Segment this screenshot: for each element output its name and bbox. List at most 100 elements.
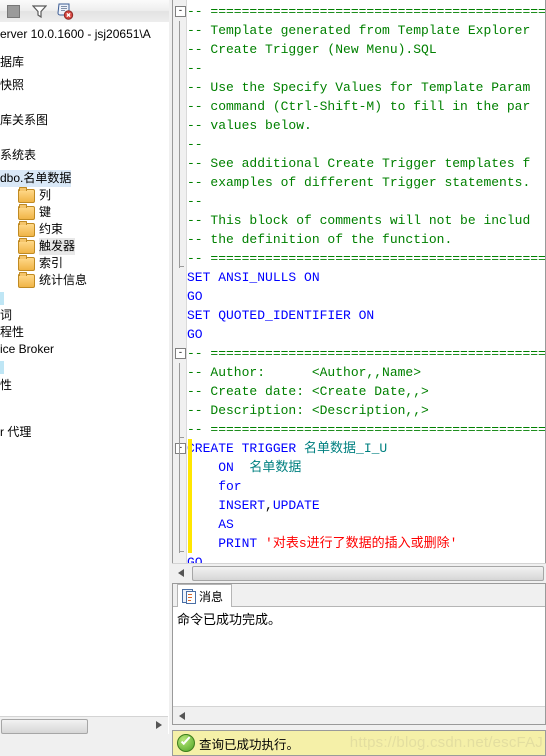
status-bar: 查询已成功执行。 https://blog.csdn.net/escFAJ — [172, 730, 546, 756]
hscroll-right-arrow-icon[interactable] — [156, 721, 162, 729]
code-line: -- command (Ctrl-Shift-M) to fill in the… — [187, 97, 545, 116]
tree-item[interactable]: 词 — [0, 307, 12, 324]
fold-guide-end — [179, 266, 184, 267]
tree-item-label: r 代理 — [0, 425, 32, 439]
tree-item[interactable]: 触发器 — [18, 237, 76, 255]
tree-item[interactable]: 系统表 — [0, 147, 36, 164]
tree-item[interactable]: 库关系图 — [0, 112, 48, 129]
code-token: INSERT — [187, 498, 266, 513]
code-token: -- =====================================… — [187, 251, 545, 266]
tree-item[interactable]: 索引 — [18, 254, 63, 272]
success-check-icon — [177, 734, 195, 752]
tree-item[interactable]: r 代理 — [0, 424, 31, 441]
code-token: -- =====================================… — [187, 4, 545, 19]
server-label: erver 10.0.1600 - jsj20651\A — [0, 27, 151, 41]
remove-filter-button[interactable] — [52, 1, 78, 21]
code-token: -- command (Ctrl-Shift-M) to fill in the… — [187, 99, 531, 114]
tree-item[interactable]: ice Broker — [0, 341, 54, 358]
code-token: GO — [187, 289, 203, 304]
sql-editor[interactable]: -- =====================================… — [172, 0, 546, 581]
code-line: -- values below. — [187, 116, 545, 135]
tree-item-label — [0, 292, 4, 305]
editor-hscroll-thumb[interactable] — [192, 566, 544, 581]
filter-button[interactable] — [26, 1, 52, 21]
tree-item[interactable]: 性 — [0, 377, 12, 394]
fold-guide-line — [179, 78, 180, 97]
code-token: -- Create date: <Create Date,,> — [187, 384, 429, 399]
code-line: -- Description: <Description,,> — [187, 401, 545, 420]
tab-messages[interactable]: 消息 — [177, 584, 233, 608]
tree-item[interactable]: 约束 — [18, 220, 64, 238]
tree-item-label: 性 — [0, 378, 13, 392]
tree-item[interactable] — [0, 290, 4, 307]
changed-line-marker — [188, 477, 192, 496]
code-line: PRINT '对表s进行了数据的插入或删除' — [187, 534, 545, 553]
folder-icon — [18, 237, 35, 254]
fold-guide-line — [179, 477, 180, 496]
code-token: PRINT — [187, 536, 266, 551]
fold-guide-line — [179, 382, 180, 401]
tree-item-label: 键 — [39, 205, 52, 219]
tab-messages-label: 消息 — [199, 589, 224, 604]
object-explorer-tree[interactable]: erver 10.0.1600 - jsj20651\A 据库快照库关系图系统表… — [0, 22, 169, 734]
code-token: for — [187, 479, 242, 494]
fold-toggle-icon[interactable]: - — [175, 443, 186, 454]
code-token: -- — [187, 137, 203, 152]
tree-item-label — [0, 361, 4, 374]
fold-toggle-icon[interactable]: - — [175, 348, 186, 359]
code-token: '对表s进行了数据的插入或删除' — [265, 536, 458, 551]
tree-item[interactable] — [0, 359, 4, 376]
fold-toggle-icon[interactable]: - — [175, 6, 186, 17]
code-line: -- — [187, 192, 545, 211]
changed-line-marker — [188, 439, 192, 458]
tree-item[interactable]: 据库 — [0, 54, 24, 71]
code-token: -- =====================================… — [187, 422, 545, 437]
folder-icon — [18, 271, 35, 288]
tree-item-label: 系统表 — [0, 148, 37, 162]
object-explorer-toolbar — [0, 0, 169, 23]
code-line: AS — [187, 515, 545, 534]
code-token: CREATE TRIGGER — [187, 441, 305, 456]
results-tabstrip: 消息 — [173, 584, 545, 608]
tree-item[interactable]: 快照 — [0, 77, 24, 94]
hscroll-thumb[interactable] — [1, 719, 88, 734]
results-hscroll-left-arrow-icon[interactable] — [179, 712, 185, 720]
code-token: 名单数据_I_U — [304, 441, 388, 456]
messages-icon — [182, 589, 196, 604]
tree-item-label: 约束 — [39, 222, 64, 236]
code-line: SET QUOTED_IDENTIFIER ON — [187, 306, 545, 325]
code-line: -- — [187, 59, 545, 78]
code-token: -- values below. — [187, 118, 312, 133]
tree-item[interactable]: 统计信息 — [18, 271, 87, 289]
code-line: -- Create date: <Create Date,,> — [187, 382, 545, 401]
editor-hscrollbar[interactable] — [172, 563, 546, 581]
fold-guide-line — [179, 135, 180, 154]
tree-item-label: 列 — [39, 188, 52, 202]
fold-guide-line — [179, 21, 180, 40]
stop-button[interactable] — [0, 1, 26, 21]
tree-item[interactable]: 键 — [18, 203, 52, 221]
code-token: AS — [187, 517, 234, 532]
tree-item-label: dbo.名单数据 — [0, 170, 72, 187]
fold-guide-line — [179, 116, 180, 135]
editor-hscroll-left-arrow-icon[interactable] — [178, 569, 184, 577]
code-line: -- Author: <Author,,Name> — [187, 363, 545, 382]
tree-server-node[interactable]: erver 10.0.1600 - jsj20651\A — [0, 26, 151, 43]
folder-icon — [18, 186, 35, 203]
results-pane: 消息 命令已成功完成。 — [172, 583, 546, 725]
sql-code-text[interactable]: -- =====================================… — [187, 2, 545, 580]
code-line: -- This block of comments will not be in… — [187, 211, 545, 230]
code-token: -- the definition of the function. — [187, 232, 453, 247]
editor-gutter[interactable] — [173, 0, 187, 580]
remove-filter-icon — [57, 3, 74, 20]
folder-icon — [18, 220, 35, 237]
tree-item[interactable]: 程性 — [0, 324, 24, 341]
code-line: -- examples of different Trigger stateme… — [187, 173, 545, 192]
ssms-window: erver 10.0.1600 - jsj20651\A 据库快照库关系图系统表… — [0, 0, 546, 756]
results-hscrollbar[interactable] — [173, 706, 545, 724]
tree-item[interactable]: 列 — [18, 186, 52, 204]
tree-item[interactable]: dbo.名单数据 — [0, 170, 72, 187]
tree-item-label: 程性 — [0, 325, 25, 339]
code-token: -- — [187, 194, 203, 209]
object-explorer-hscrollbar[interactable] — [0, 716, 168, 734]
